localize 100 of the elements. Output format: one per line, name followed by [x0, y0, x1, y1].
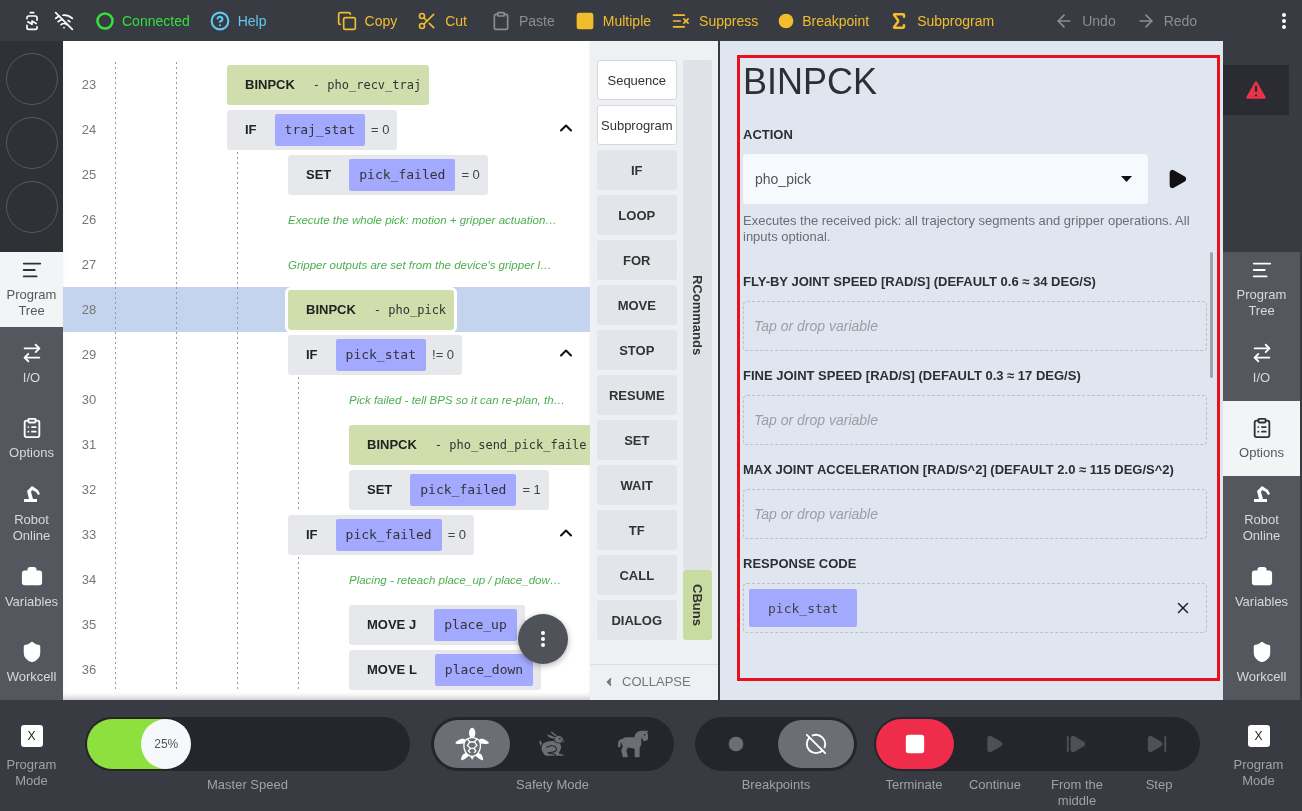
line-number: 24 — [80, 122, 98, 137]
variable-chip[interactable]: pick_stat — [335, 338, 426, 371]
program-block[interactable]: SET pick_failed = 0 — [288, 154, 488, 195]
rabbit-icon — [538, 730, 567, 758]
block-label: IF — [305, 347, 319, 362]
command-button[interactable]: CALL — [597, 555, 677, 595]
variable-chip[interactable]: pick_failed — [335, 518, 442, 551]
toolbar-button[interactable]: Help — [199, 3, 277, 38]
sidebar-tab[interactable]: Robot Online — [0, 476, 63, 551]
paste-icon — [491, 10, 511, 31]
toolbar-button[interactable]: Cut — [407, 3, 477, 38]
breakpoint-mode-button[interactable] — [778, 720, 854, 768]
command-button[interactable]: LOOP — [597, 195, 677, 235]
block-label: BINPCK — [305, 302, 357, 317]
mode-label: Program Mode — [5, 757, 58, 789]
speed-slider[interactable]: 25% — [85, 717, 410, 771]
sidebar-tab[interactable]: I/O — [1223, 326, 1300, 402]
variable-chip[interactable]: traj_stat — [274, 113, 365, 146]
sidebar-tab[interactable]: Workcell — [0, 625, 63, 701]
input-field[interactable]: Tap or drop variable — [743, 301, 1207, 351]
dot-icon — [728, 736, 744, 752]
line-number: 29 — [80, 347, 98, 362]
toolbar-button[interactable]: Breakpoint — [768, 3, 880, 38]
sidebar-tab[interactable]: Variables — [1223, 550, 1300, 626]
control-label: Master Speed — [207, 777, 288, 793]
help-icon — [209, 10, 230, 31]
program-block[interactable]: IF pick_failed = 0 — [288, 514, 475, 555]
play-icon — [984, 734, 1005, 754]
mode-key-button[interactable]: X — [20, 725, 43, 747]
toolbar-button[interactable]: Subprogram — [879, 3, 1005, 38]
program-block[interactable]: MOVE J place_up — [349, 604, 525, 645]
command-button[interactable]: DIALOG — [597, 600, 677, 640]
command-button[interactable]: RESUME — [597, 375, 677, 415]
block-label: SET — [366, 482, 394, 497]
variable-chip[interactable]: pick_stat — [749, 589, 858, 627]
program-block[interactable]: IF traj_stat = 0 — [227, 109, 398, 150]
variable-chip[interactable]: place_up — [434, 608, 517, 641]
sidebar-tab[interactable]: Workcell — [1223, 625, 1300, 701]
command-button[interactable]: IF — [597, 150, 677, 190]
variable-chip[interactable]: place_down — [434, 653, 534, 686]
action-description: Executes the received pick: all trajectory segments and gripper operations. All inputs optional. — [743, 213, 1191, 245]
variable-field[interactable]: pick_stat — [743, 583, 1207, 633]
variable-chip[interactable]: pick_failed — [410, 473, 517, 506]
panel-title: BINPCK — [743, 60, 879, 104]
run-control-button[interactable] — [876, 719, 954, 769]
command-button[interactable]: Subprogram — [597, 105, 677, 145]
sidebar-tab[interactable]: Options — [1223, 401, 1300, 476]
program-block[interactable]: SET pick_failed = 1 — [349, 469, 549, 510]
program-block[interactable]: MOVE L place_down — [349, 649, 542, 690]
briefcase-icon — [20, 565, 43, 588]
variable-chip[interactable]: pick_failed — [349, 158, 456, 191]
sidebar-tab[interactable]: Program Tree — [0, 252, 63, 327]
condition-text: = 0 — [460, 167, 480, 182]
dropdown-caret-icon — [1121, 176, 1132, 182]
sidebar-tab[interactable]: Variables — [0, 550, 63, 626]
condition-text: != 0 — [431, 347, 455, 362]
mode-key-button[interactable]: X — [1247, 725, 1270, 747]
program-block[interactable]: BINPCK - pho_pick — [288, 289, 455, 330]
program-block[interactable]: IF pick_stat != 0 — [288, 334, 463, 375]
sidebar-tab[interactable]: Options — [0, 401, 63, 476]
toolbar-button[interactable]: Multiple — [564, 3, 662, 38]
line-number: 25 — [80, 167, 98, 182]
input-field[interactable]: Tap or drop variable — [743, 489, 1207, 539]
block-label: SET — [305, 167, 333, 182]
briefcase-icon — [1250, 565, 1273, 588]
command-button[interactable]: SET — [597, 420, 677, 460]
category-tab[interactable]: CBuns — [682, 570, 712, 640]
mode-label: Program Mode — [1232, 757, 1285, 789]
comment-text: Gripper outputs are set from the device's gripper l… — [288, 258, 552, 271]
sidebar-tab[interactable]: I/O — [0, 326, 63, 402]
control-label: From the middle — [1050, 777, 1104, 809]
command-button[interactable]: FOR — [597, 240, 677, 280]
toolbar-button[interactable]: Copy — [326, 3, 408, 38]
vertical-dots-icon — [541, 631, 545, 647]
tree-row[interactable]: 28 BINPCK - pho_pick — [63, 287, 590, 332]
sidebar-tab[interactable]: Robot Online — [1223, 476, 1300, 551]
scrollbar[interactable] — [1210, 252, 1213, 378]
speed-knob[interactable]: 25% — [141, 719, 192, 769]
command-button[interactable]: WAIT — [597, 465, 677, 505]
action-dropdown[interactable]: pho_pick — [743, 154, 1148, 204]
more-actions-button[interactable] — [518, 614, 568, 664]
alert-button[interactable] — [1223, 65, 1289, 115]
sidebar-tab[interactable]: Program Tree — [1223, 252, 1300, 327]
command-button[interactable]: STOP — [597, 330, 677, 370]
control-label: Terminate — [884, 777, 944, 794]
program-block[interactable]: BINPCK - pho_recv_traj — [227, 64, 430, 105]
breakpoint-dot-icon — [778, 12, 795, 29]
input-field[interactable]: Tap or drop variable — [743, 395, 1207, 445]
safety-mode-button[interactable] — [434, 720, 511, 768]
program-block[interactable]: BINPCK - pho_send_pick_faile — [349, 424, 590, 465]
status-ring-icon — [96, 11, 114, 30]
line-number: 23 — [80, 77, 98, 92]
toolbar-button[interactable]: Suppress — [661, 3, 769, 38]
command-button[interactable]: MOVE — [597, 285, 677, 325]
field-label: FINE JOINT SPEED [RAD/S] (DEFAULT 0.3 ≈ 17 DEG/S) — [743, 368, 1082, 383]
category-tab[interactable]: RCommands — [682, 60, 712, 570]
command-button[interactable]: Sequence — [597, 60, 677, 100]
condition-text: = 1 — [521, 482, 541, 497]
command-button[interactable]: TF — [597, 510, 677, 550]
toolbar-button[interactable]: Connected — [86, 3, 200, 38]
